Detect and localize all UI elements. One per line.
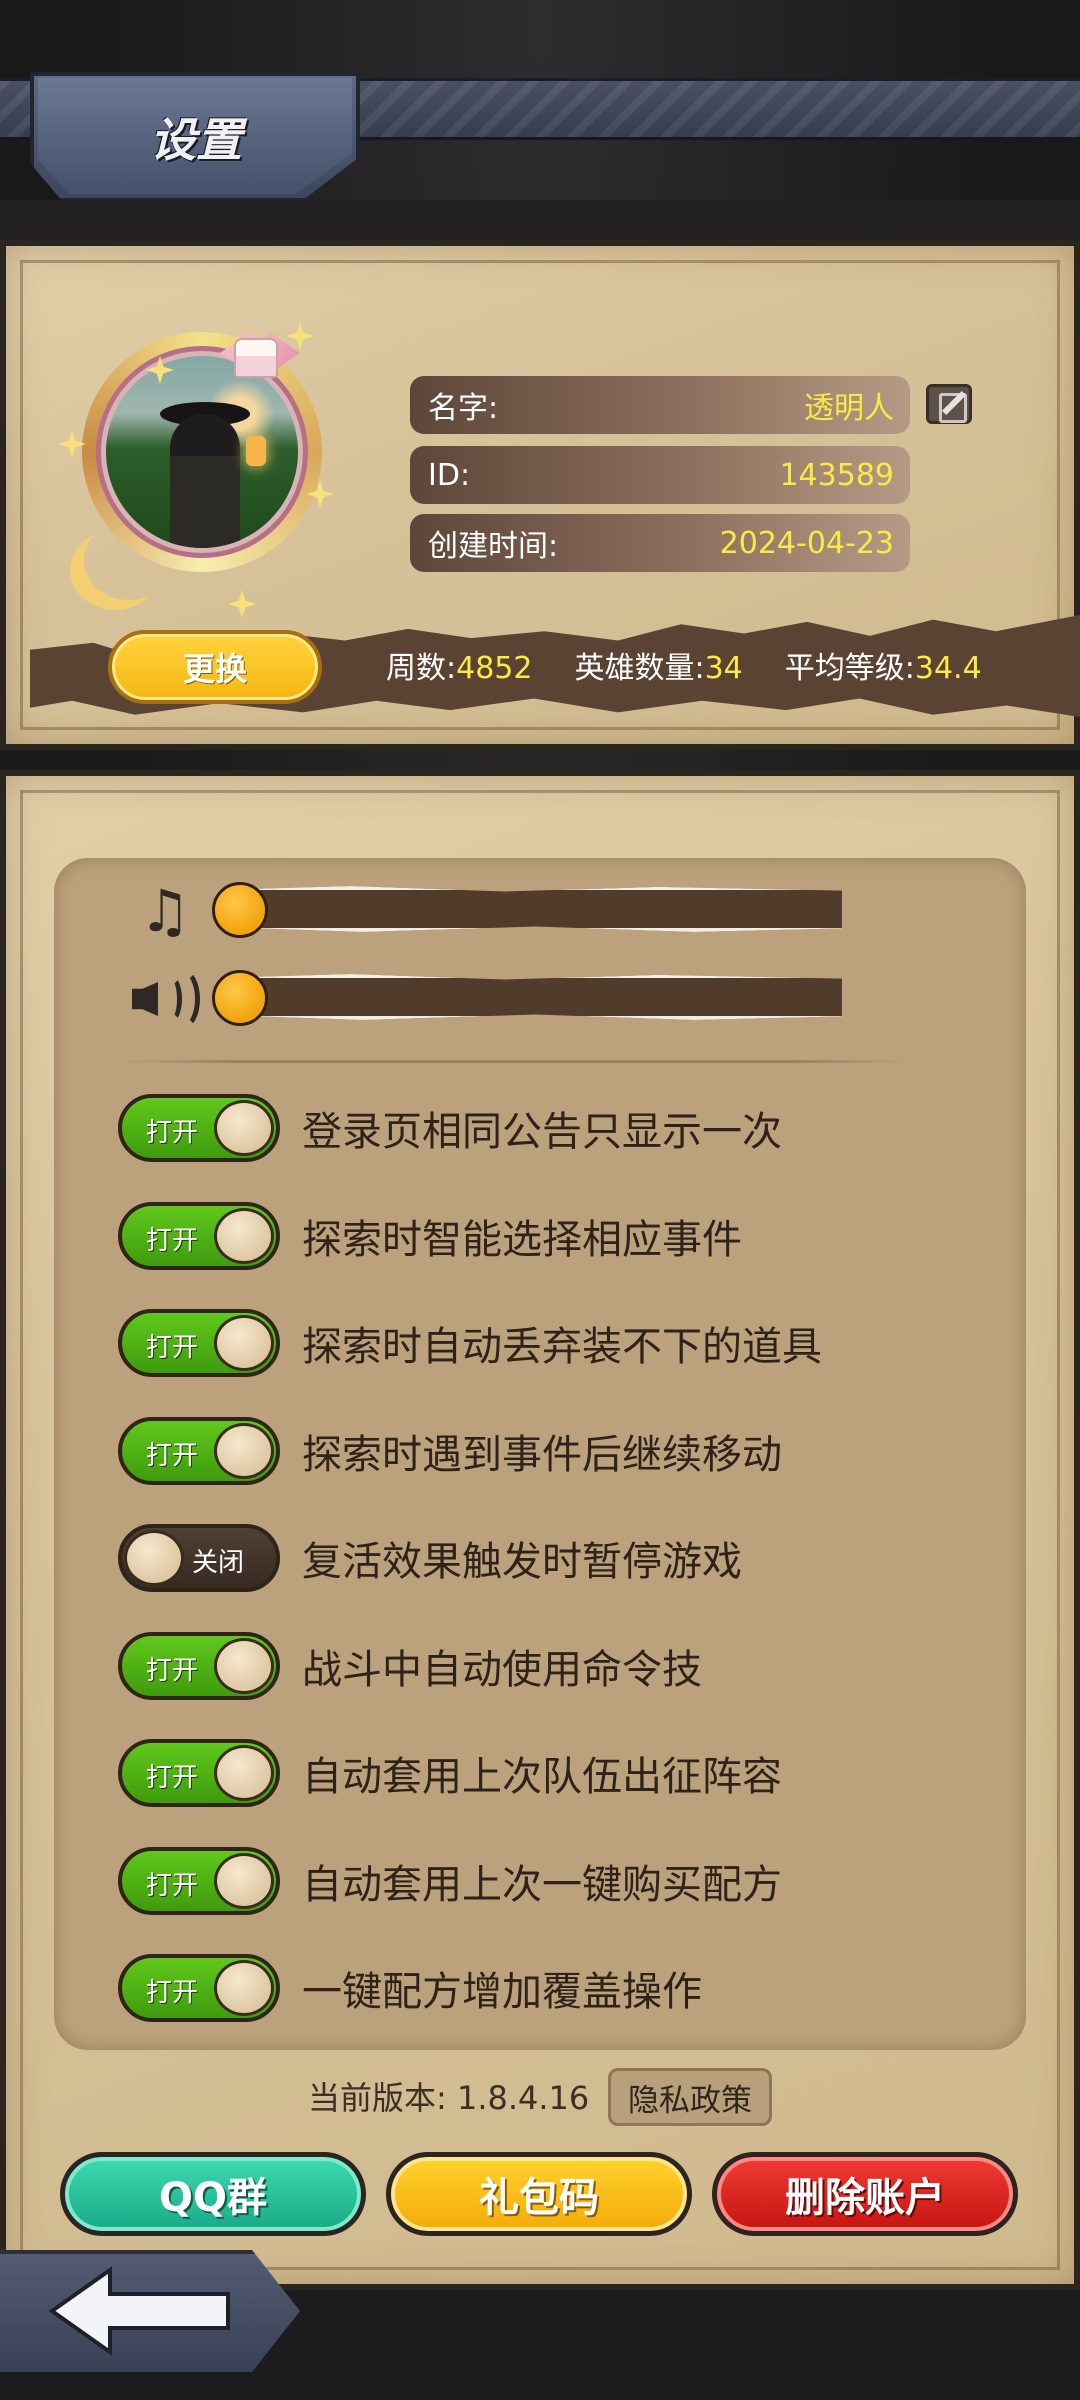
cake-decoration-icon [234, 338, 278, 378]
stat-weeks: 周数:4852 [386, 651, 533, 686]
edit-name-icon[interactable] [926, 384, 972, 424]
toggle-knob [214, 1852, 274, 1909]
created-label: 创建时间: [428, 529, 559, 564]
setting-row: 关闭 复活效果触发时暂停游戏 [118, 1524, 978, 1592]
toggle-state-text: 打开 [146, 1870, 199, 1901]
toggle-switch[interactable]: 打开 [118, 1094, 280, 1162]
setting-row: 打开 一键配方增加覆盖操作 [118, 1954, 978, 2022]
toggle-state-text: 关闭 [192, 1548, 245, 1578]
setting-label: 一键配方增加覆盖操作 [302, 1969, 702, 2015]
toggle-knob [214, 1207, 274, 1264]
divider [120, 1060, 910, 1063]
lantern-icon [246, 436, 266, 466]
privacy-policy-button[interactable]: 隐私政策 [608, 2068, 772, 2126]
version-text: 当前版本: 1.8.4.16 [308, 2079, 590, 2117]
moon-decoration-icon [84, 520, 174, 600]
name-value: 透明人 [804, 391, 894, 426]
toggle-switch[interactable]: 打开 [118, 1201, 280, 1270]
setting-label: 战斗中自动使用命令技 [302, 1646, 702, 1693]
qq-group-button[interactable]: QQ群 [60, 2152, 366, 2236]
id-value: 143589 [779, 457, 894, 493]
sound-volume-handle[interactable] [212, 970, 268, 1026]
setting-label: 探索时自动丢弃装不下的道具 [302, 1324, 822, 1370]
toggle-knob [214, 1315, 274, 1371]
setting-label: 探索时智能选择相应事件 [302, 1216, 742, 1263]
toggle-state-text: 打开 [146, 1333, 199, 1363]
toggle-switch[interactable]: 关闭 [118, 1524, 280, 1592]
music-note-icon: ♫ [139, 877, 191, 945]
created-row: 创建时间: 2024-04-23 [410, 514, 910, 572]
toggle-knob [214, 1100, 274, 1156]
music-volume-handle[interactable] [212, 882, 268, 938]
toggle-switch[interactable]: 打开 [118, 1416, 280, 1485]
created-value: 2024-04-23 [719, 525, 894, 561]
toggle-knob [214, 1960, 274, 2016]
id-row: ID: 143589 [410, 446, 910, 504]
change-avatar-button[interactable]: 更换 [108, 630, 322, 704]
id-label: ID: [428, 457, 471, 493]
toggle-state-text: 打开 [146, 1978, 199, 2008]
toggle-state-text: 打开 [146, 1763, 199, 1793]
toggle-state-text: 打开 [146, 1655, 199, 1686]
setting-row: 打开 探索时遇到事件后继续移动 [118, 1416, 978, 1485]
name-row: 名字: 透明人 [410, 376, 910, 434]
setting-label: 自动套用上次一键购买配方 [302, 1861, 782, 1908]
setting-label: 自动套用上次队伍出征阵容 [302, 1754, 782, 1800]
setting-row: 打开 战斗中自动使用命令技 [118, 1631, 978, 1700]
toggle-knob [124, 1530, 184, 1586]
toggle-knob [214, 1637, 274, 1694]
toggle-knob [214, 1745, 274, 1801]
profile-stats: 周数:4852 英雄数量:34 平均等级:34.4 [386, 640, 982, 690]
setting-row: 打开 登录页相同公告只显示一次 [118, 1094, 978, 1162]
setting-row: 打开 自动套用上次队伍出征阵容 [118, 1739, 978, 1807]
setting-label: 复活效果触发时暂停游戏 [302, 1539, 742, 1585]
name-label: 名字: [428, 391, 499, 426]
toggle-switch[interactable]: 打开 [118, 1309, 280, 1377]
toggle-state-text: 打开 [146, 1225, 199, 1256]
toggle-knob [214, 1422, 274, 1479]
avatar-figure [170, 414, 240, 548]
toggle-switch[interactable]: 打开 [118, 1739, 280, 1807]
gift-code-button[interactable]: 礼包码 [386, 2152, 692, 2236]
toggle-switch[interactable]: 打开 [118, 1631, 280, 1700]
sound-volume-slider[interactable] [228, 974, 842, 1020]
stat-average-level: 平均等级:34.4 [784, 651, 982, 686]
setting-row: 打开 探索时自动丢弃装不下的道具 [118, 1309, 978, 1377]
avatar[interactable] [106, 356, 298, 548]
delete-account-button[interactable]: 删除账户 [712, 2152, 1018, 2236]
setting-label: 登录页相同公告只显示一次 [302, 1109, 782, 1155]
toggle-state-text: 打开 [146, 1118, 199, 1148]
toggle-switch[interactable]: 打开 [118, 1846, 280, 1915]
back-arrow-icon [48, 2266, 230, 2356]
music-volume-slider[interactable] [228, 886, 842, 932]
speaker-icon [132, 968, 202, 1030]
setting-row: 打开 自动套用上次一键购买配方 [118, 1846, 978, 1915]
setting-label: 探索时遇到事件后继续移动 [302, 1431, 782, 1478]
toggle-switch[interactable]: 打开 [118, 1954, 280, 2022]
toggle-state-text: 打开 [146, 1440, 199, 1471]
setting-row: 打开 探索时智能选择相应事件 [118, 1201, 978, 1270]
page-title: 设置 [150, 113, 242, 167]
stat-hero-count: 英雄数量:34 [574, 651, 743, 686]
